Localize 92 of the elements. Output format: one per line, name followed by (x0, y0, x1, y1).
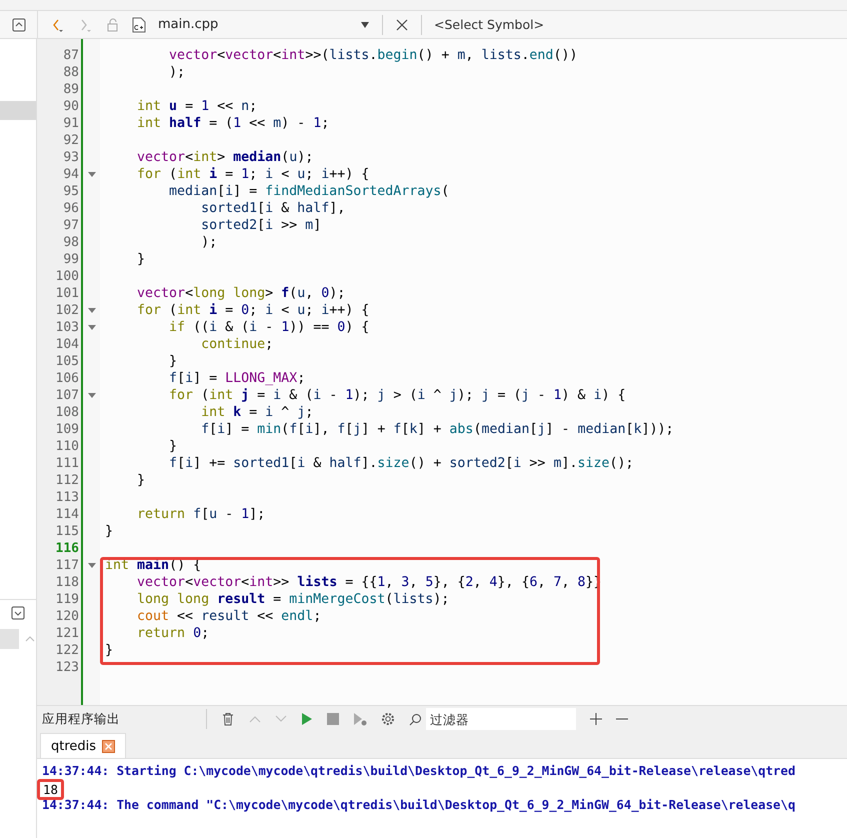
line-number: 113 (56, 490, 80, 505)
line-number: 121 (56, 626, 80, 641)
panel-toggle-icon[interactable] (12, 18, 26, 32)
lock-icon[interactable] (106, 18, 120, 32)
code-line: } (105, 524, 114, 539)
fold-arrow-icon[interactable] (88, 392, 96, 398)
line-number: 112 (56, 473, 80, 488)
code-line: f[i] = min(f[i], f[j] + f[k] + abs(median[j] - median[k])); (200, 422, 674, 437)
code-line: if ((i & (i - 1)) == 0) { (168, 320, 370, 335)
code-line: return f[u - 1]; (136, 507, 266, 522)
line-number: 95 (63, 184, 80, 199)
line-number: 106 (56, 371, 80, 386)
line-number: 102 (56, 303, 80, 318)
code-line: sorted2[i >> m] (200, 218, 322, 233)
code-line: int k = i ^ j; (200, 405, 314, 420)
program-output: 18 (37, 779, 64, 800)
code-line: long long result = minMergeCost(lists); (136, 592, 450, 607)
code-line: for (int i = 0; i < u; i++) { (136, 303, 370, 318)
debug-run-icon[interactable] (353, 712, 367, 726)
code-line: vector<vector<int>>(lists.begin() + m, lists.end()) (168, 48, 578, 63)
line-number: 110 (56, 439, 80, 454)
file-name[interactable]: main.cpp (158, 17, 348, 32)
filter-field[interactable]: 过滤器 (426, 708, 576, 730)
code-line: } (136, 473, 146, 488)
add-icon[interactable] (590, 713, 602, 725)
line-number: 120 (56, 609, 80, 624)
line-number: 109 (56, 422, 80, 437)
line-number: 107 (56, 388, 80, 403)
line-number: 100 (56, 269, 80, 284)
fold-arrow-icon[interactable] (88, 172, 96, 178)
code-line: int half = (1 << m) - 1; (136, 116, 330, 131)
code-line: } (105, 643, 114, 658)
line-number: 104 (56, 337, 80, 352)
line-number: 91 (63, 116, 80, 131)
line-number: 119 (56, 592, 80, 607)
panel-title: 应用程序输出 (42, 710, 121, 728)
line-number: 123 (56, 660, 80, 675)
code-line: vector<int> median(u); (136, 150, 314, 165)
close-icon[interactable] (102, 740, 116, 752)
code-line: } (168, 354, 178, 369)
line-number: 98 (63, 235, 80, 250)
trash-icon[interactable] (221, 712, 235, 726)
line-number: 99 (63, 252, 80, 267)
line-number: 93 (63, 150, 80, 165)
output-message: 14:37:44: Starting C:\mycode\mycode\qtredis\build\Desktop_Qt_6_9_2_MinGW_64_bit-Release\release\qtred (42, 763, 796, 778)
line-number: 117 (56, 558, 80, 573)
line-number: 108 (56, 405, 80, 420)
code-line: continue; (200, 337, 274, 352)
symbol-selector[interactable]: <Select Symbol> (434, 17, 544, 32)
code-line: f[i] = LLONG_MAX; (168, 371, 306, 386)
line-number: 122 (56, 643, 80, 658)
run-icon[interactable] (301, 712, 313, 726)
line-number: 88 (63, 65, 80, 80)
code-line: ); (200, 235, 218, 250)
code-line: median[i] = findMedianSortedArrays( (168, 184, 450, 199)
code-line: vector<long long> f(u, 0); (136, 286, 346, 301)
line-number: 116 (56, 541, 80, 556)
fold-arrow-icon[interactable] (88, 324, 96, 330)
code-line: sorted1[i & half], (200, 201, 346, 216)
code-line: f[i] += sorted1[i & half].size() + sorted2[i >> m].size(); (168, 456, 634, 471)
code-line: for (int i = 1; i < u; i++) { (136, 167, 370, 182)
output-tab[interactable]: qtredis (40, 733, 126, 758)
line-number: 115 (56, 524, 80, 539)
code-line: } (136, 252, 146, 267)
output-message: 14:37:44: The command "C:\mycode\mycode\qtredis\build\Desktop_Qt_6_9_2_MinGW_64_bit-Release\release\q (42, 797, 796, 812)
line-number: 111 (56, 456, 80, 471)
code-line: ); (168, 65, 186, 80)
cpp-file-icon (132, 16, 146, 32)
line-number: 94 (63, 167, 80, 182)
expand-panel-icon[interactable] (11, 606, 25, 620)
line-number: 92 (63, 133, 80, 148)
line-number: 97 (63, 218, 80, 233)
search-icon (409, 712, 422, 726)
line-number: 90 (63, 99, 80, 114)
settings-icon[interactable] (381, 712, 395, 726)
line-number: 89 (63, 82, 80, 97)
code-line: for (int j = i & (i - 1); j > (i ^ j); j = (j - 1) & i) { (168, 388, 626, 403)
line-number: 105 (56, 354, 80, 369)
line-number: 114 (56, 507, 80, 522)
code-line: } (168, 439, 178, 454)
line-number: 96 (63, 201, 80, 216)
dropdown-caret-icon[interactable] (360, 22, 370, 28)
line-number: 103 (56, 320, 80, 335)
close-icon[interactable] (395, 18, 409, 32)
code-line: cout << result << endl; (136, 609, 322, 624)
line-number: 101 (56, 286, 80, 301)
line-number: 118 (56, 575, 80, 590)
line-number: 87 (63, 48, 80, 63)
fold-arrow-icon[interactable] (88, 308, 96, 314)
code-line: return 0; (136, 626, 210, 641)
fold-arrow-icon[interactable] (88, 562, 96, 568)
code-line: int u = 1 << n; (136, 99, 258, 114)
